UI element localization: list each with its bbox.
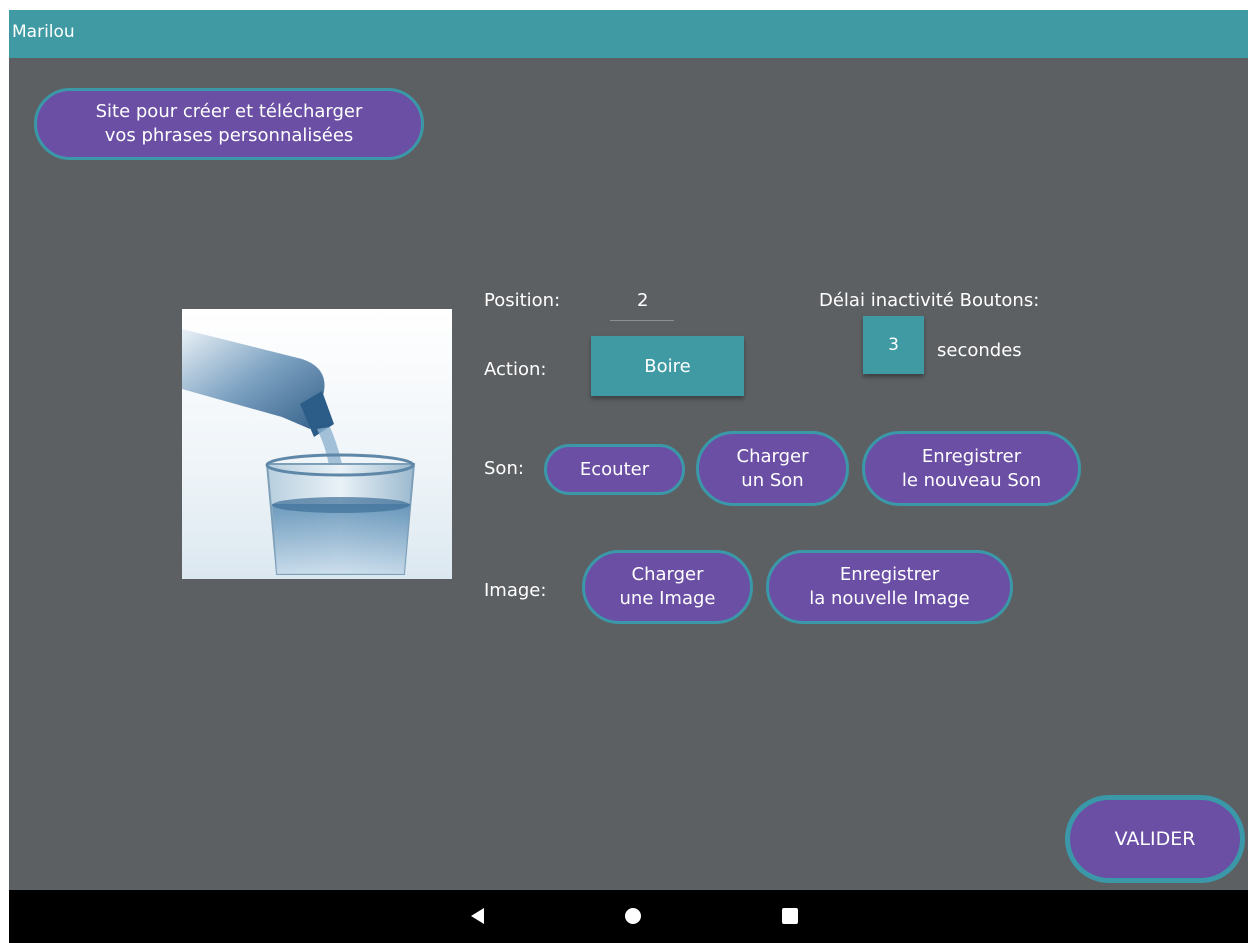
record-image-button[interactable]: Enregistrer la nouvelle Image	[766, 550, 1013, 624]
load-image-button[interactable]: Charger une Image	[582, 550, 753, 624]
delay-label: Délai inactivité Boutons:	[819, 290, 1040, 311]
load-sound-button[interactable]: Charger un Son	[696, 431, 849, 506]
position-underline	[610, 320, 674, 321]
site-link-button[interactable]: Site pour créer et télécharger vos phras…	[34, 88, 424, 160]
record-sound-button[interactable]: Enregistrer le nouveau Son	[862, 431, 1081, 506]
title-bar: Marilou	[9, 10, 1248, 58]
position-value[interactable]: 2	[637, 290, 648, 311]
back-icon[interactable]	[469, 907, 487, 925]
action-label: Action:	[484, 359, 547, 380]
main-content: Site pour créer et télécharger vos phras…	[9, 58, 1248, 890]
delay-value-field[interactable]: 3	[863, 316, 924, 374]
water-glass-image	[182, 309, 452, 579]
image-label: Image:	[484, 580, 547, 601]
delay-unit-label: secondes	[937, 340, 1022, 361]
home-icon[interactable]	[624, 907, 642, 925]
listen-sound-button[interactable]: Ecouter	[544, 444, 685, 495]
action-image	[182, 309, 452, 579]
recents-icon[interactable]	[781, 907, 799, 925]
sound-label: Son:	[484, 458, 524, 479]
app-screen: Marilou Site pour créer et télécharger v…	[9, 10, 1248, 943]
action-field[interactable]: Boire	[591, 336, 744, 396]
validate-button[interactable]: VALIDER	[1065, 795, 1245, 883]
android-nav-bar	[9, 890, 1248, 943]
app-title: Marilou	[12, 22, 75, 42]
position-label: Position:	[484, 290, 561, 311]
